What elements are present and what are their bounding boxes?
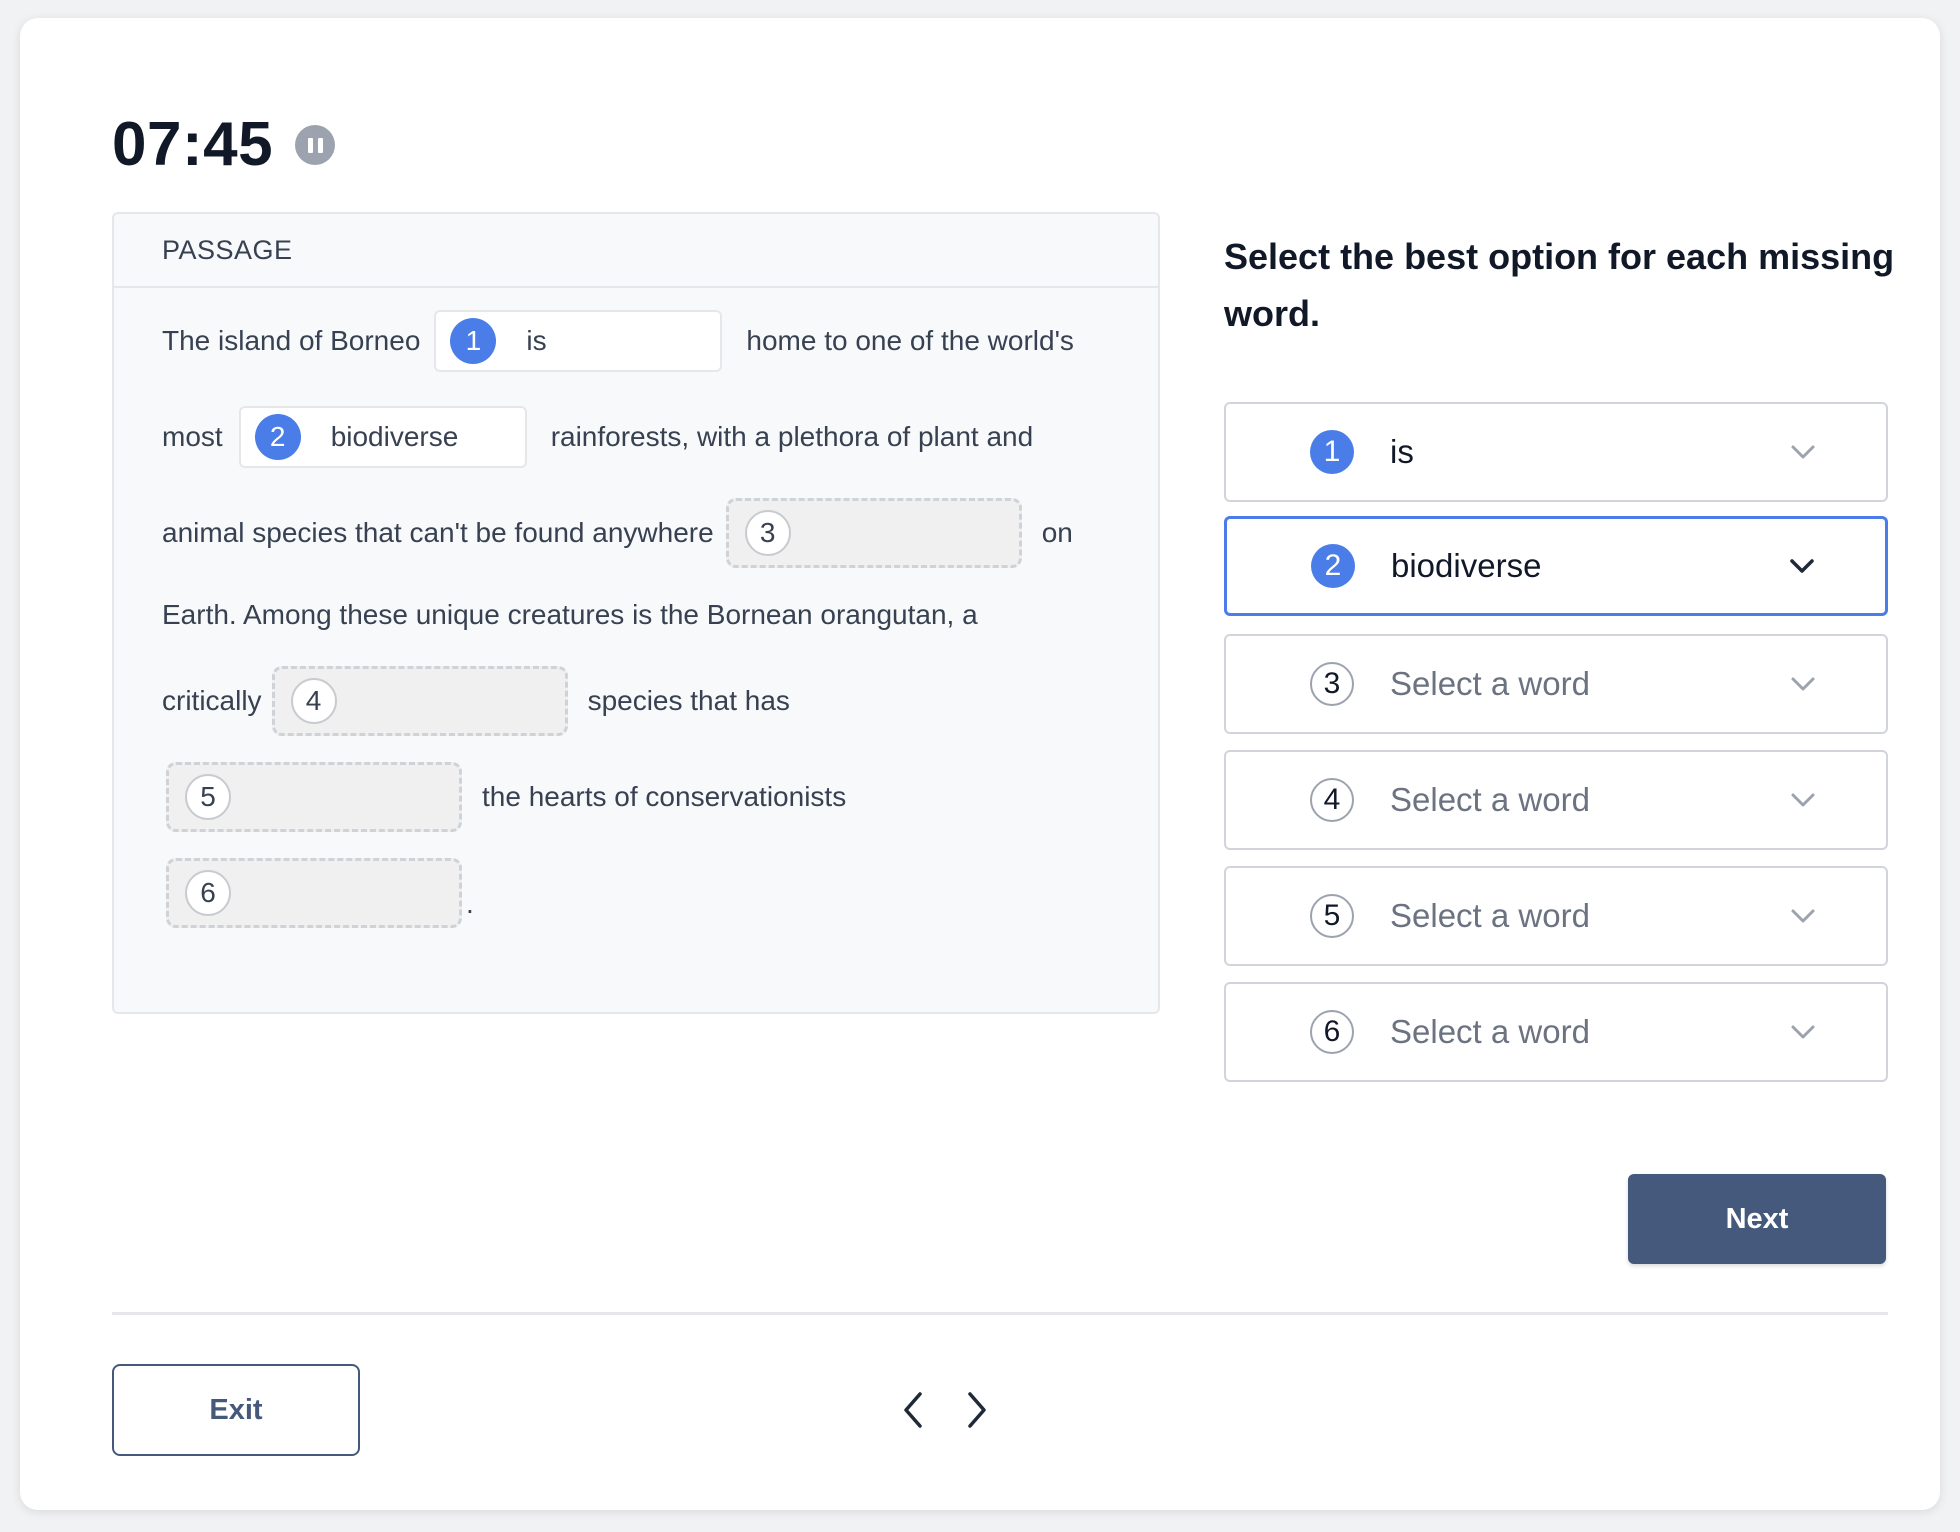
blank-4[interactable]: 4: [271, 666, 568, 736]
passage-line: animal species that can't be found anywh…: [162, 498, 1073, 568]
blank-number-badge: 5: [185, 774, 231, 820]
dropdown-number-badge: 4: [1310, 778, 1354, 822]
chevron-down-icon: [1791, 445, 1815, 459]
dropdown-number-badge: 5: [1310, 894, 1354, 938]
passage-line: 5 the hearts of conservationists: [166, 762, 846, 832]
passage-text: rainforests, with a plethora of plant an…: [550, 421, 1034, 452]
chevron-down-icon: [1790, 559, 1814, 573]
blank-number-badge: 3: [744, 510, 791, 556]
passage-line: 6 .: [166, 858, 474, 928]
dropdown-1[interactable]: 1 is: [1224, 402, 1888, 502]
blank-6[interactable]: 6: [166, 858, 462, 928]
passage-panel: PASSAGE The island of Borneo 1 is home t…: [112, 212, 1160, 1014]
dropdown-placeholder: Select a word: [1390, 897, 1590, 934]
passage-text: species that has: [587, 685, 790, 716]
chevron-down-icon: [1791, 793, 1815, 807]
dropdown-2[interactable]: 2 biodiverse: [1224, 516, 1888, 616]
dropdown-6[interactable]: 6 Select a word: [1224, 982, 1888, 1082]
blank-2[interactable]: 2 biodiverse: [238, 406, 527, 468]
dropdown-placeholder: Select a word: [1390, 781, 1590, 818]
passage-line: Earth. Among these unique creatures is t…: [162, 580, 978, 650]
passage-text: on: [1041, 517, 1073, 548]
chevron-right-icon[interactable]: [962, 1390, 992, 1430]
dropdown-4[interactable]: 4 Select a word: [1224, 750, 1888, 850]
passage-text: critically: [162, 685, 262, 716]
passage-line: The island of Borneo 1 is home to one of…: [162, 310, 1074, 372]
dropdown-5[interactable]: 5 Select a word: [1224, 866, 1888, 966]
blank-number-badge: 6: [185, 870, 231, 916]
chevron-down-icon: [1791, 1025, 1815, 1039]
dropdown-number-badge: 6: [1310, 1010, 1354, 1054]
blank-3[interactable]: 3: [725, 498, 1022, 568]
blank-1[interactable]: 1 is: [434, 310, 723, 372]
passage-text: animal species that can't be found anywh…: [162, 517, 714, 548]
passage-text: The island of Borneo: [162, 325, 421, 356]
blank-number-badge: 4: [290, 678, 337, 724]
dropdown-3[interactable]: 3 Select a word: [1224, 634, 1888, 734]
timer-display: 07:45: [112, 110, 274, 179]
dropdown-placeholder: Select a word: [1390, 1013, 1590, 1050]
passage-text: the hearts of conservationists: [482, 781, 847, 812]
passage-text: .: [466, 888, 474, 919]
dropdown-value: biodiverse: [1391, 547, 1542, 584]
passage-line: most 2 biodiverse rainforests, with a pl…: [162, 406, 1033, 468]
dropdown-number-badge: 1: [1310, 430, 1354, 474]
passage-text: home to one of the world's: [746, 325, 1074, 356]
instruction-heading: Select the best option for each missing …: [1224, 236, 1895, 334]
passage-line: critically 4 species that has: [162, 666, 790, 736]
passage-header: PASSAGE: [114, 214, 1158, 288]
dropdown-placeholder: Select a word: [1390, 665, 1590, 702]
blank-5[interactable]: 5: [166, 762, 462, 832]
blank-word: is: [526, 325, 547, 356]
pause-icon[interactable]: [295, 125, 336, 165]
chevron-left-icon[interactable]: [898, 1390, 928, 1430]
quiz-card: 07:45 PASSAGE The island of Borneo 1 is …: [20, 18, 1940, 1510]
blank-number-badge: 2: [254, 414, 301, 460]
next-button[interactable]: Next: [1628, 1174, 1886, 1264]
dropdown-number-badge: 3: [1310, 662, 1354, 706]
timer-bar: 07:45: [112, 110, 336, 180]
dropdown-number-badge: 2: [1311, 544, 1355, 588]
chevron-down-icon: [1791, 677, 1815, 691]
chevron-down-icon: [1791, 909, 1815, 923]
blank-number-badge: 1: [450, 318, 497, 364]
blank-word: biodiverse: [330, 421, 459, 452]
passage-text: most: [162, 421, 223, 452]
footer-divider: [112, 1312, 1888, 1315]
exit-button[interactable]: Exit: [112, 1364, 360, 1456]
passage-text: Earth. Among these unique creatures is t…: [162, 599, 978, 630]
dropdown-value: is: [1390, 433, 1414, 470]
